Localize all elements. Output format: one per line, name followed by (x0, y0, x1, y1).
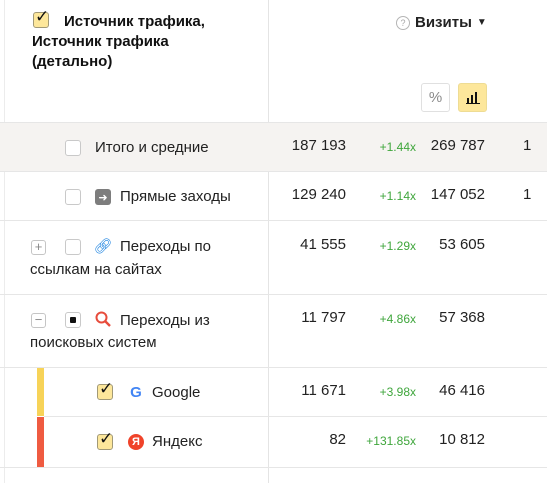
ratio-value: +4.86x (379, 312, 416, 326)
col3-value: 269 787 (430, 137, 485, 154)
visits-value: 187 193 (291, 137, 346, 154)
direct-entry-icon: ➜ (95, 189, 111, 205)
table-row-google: G Google 11 671 +3.98x 46 416 (0, 368, 547, 416)
series-color-stripe (37, 417, 44, 467)
row-checkbox[interactable] (65, 312, 81, 328)
visits-value: 11 797 (301, 309, 346, 326)
row-divider (0, 467, 547, 468)
col3-value: 10 812 (439, 431, 485, 448)
ratio-value: +3.98x (379, 385, 416, 399)
table-row-direct: ➜ Прямые заходы 129 240 +1.14x 147 052 1 (0, 172, 547, 220)
dimension-header-line1: Источник трафика, (64, 13, 205, 30)
table-row-yandex: Я Яндекс 82 +131.85x 10 812 (0, 417, 547, 467)
row-label-line1[interactable]: Переходы из (120, 310, 210, 332)
row-checkbox[interactable] (97, 379, 113, 400)
sort-desc-icon[interactable]: ▼ (477, 17, 487, 28)
ratio-value: +1.14x (379, 189, 416, 203)
col3-value: 46 416 (439, 382, 485, 399)
google-icon: G (130, 383, 142, 401)
row-label[interactable]: Google (152, 382, 200, 404)
help-icon[interactable]: ? (396, 15, 410, 30)
col3-value: 147 052 (430, 186, 485, 203)
table-row-link-referrals: + 🔗︎ Переходы по ссылкам на сайтах 41 55… (0, 221, 547, 294)
search-icon (95, 311, 111, 327)
ratio-value: +1.29x (379, 239, 416, 253)
row-checkbox[interactable] (65, 239, 81, 255)
dimension-header-line2: Источник трафика (32, 33, 169, 50)
table-row-totals: Итого и средние 187 193 +1.44x 269 787 1 (0, 123, 547, 171)
row-checkbox[interactable] (97, 429, 113, 450)
absolute-chart-mode-button[interactable] (458, 83, 487, 112)
col4-value: 1 (523, 186, 532, 203)
col4-value: 1 (523, 137, 532, 154)
expand-toggle[interactable]: + (31, 240, 46, 255)
row-label[interactable]: Яндекс (152, 431, 202, 453)
ratio-value: +1.44x (379, 140, 416, 154)
series-color-stripe (37, 368, 44, 416)
percent-mode-button[interactable]: % (421, 83, 450, 112)
table-row-search-engines: − Переходы из поисковых систем 11 797 +4… (0, 295, 547, 367)
col3-value: 53 605 (439, 236, 485, 253)
row-label-line1[interactable]: Переходы по (120, 236, 211, 258)
row-checkbox[interactable] (65, 140, 81, 156)
link-icon: 🔗︎ (93, 238, 113, 255)
row-label-line2[interactable]: ссылкам на сайтах (30, 259, 162, 281)
dimension-header-line3: (детально) (32, 53, 113, 70)
visits-value: 129 240 (291, 186, 346, 203)
visits-value: 82 (329, 431, 346, 448)
row-checkbox[interactable] (65, 189, 81, 205)
row-label[interactable]: Прямые заходы (120, 186, 231, 208)
ratio-value: +131.85x (366, 434, 416, 448)
collapse-toggle[interactable]: − (31, 313, 46, 328)
visits-column-header[interactable]: ? Визиты ▼ (396, 14, 487, 31)
visits-value: 41 555 (300, 236, 346, 253)
yandex-icon: Я (128, 434, 144, 450)
bar-chart-icon (465, 91, 480, 104)
visits-header-label: Визиты (415, 14, 472, 31)
percent-icon: % (428, 89, 443, 106)
row-label: Итого и средние (95, 139, 209, 156)
row-label-line2[interactable]: поисковых систем (30, 332, 157, 354)
col3-value: 57 368 (439, 309, 485, 326)
visits-value: 11 671 (301, 382, 346, 399)
dimension-header[interactable]: Источник трафика, Источник трафика (дета… (32, 12, 262, 72)
